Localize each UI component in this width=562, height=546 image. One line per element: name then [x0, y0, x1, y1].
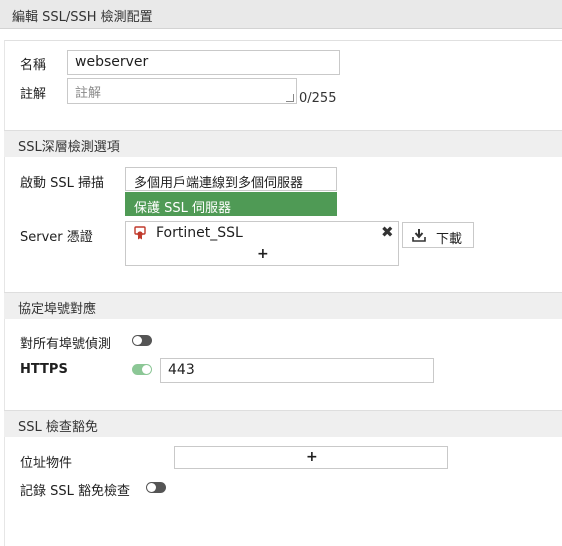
server-cert-box[interactable]: Fortinet_SSL ✖ + — [125, 221, 399, 266]
resize-handle-icon[interactable] — [286, 94, 294, 102]
log-exemption-toggle[interactable] — [146, 482, 166, 493]
section-ssl-deep-inspection: SSL深層檢測選項 — [4, 130, 562, 157]
section-title: 協定埠號對應 — [18, 302, 97, 317]
section-title: SSL 檢查豁免 — [18, 420, 98, 435]
download-label: 下載 — [436, 232, 463, 247]
https-label: HTTPS — [20, 362, 68, 377]
comment-counter: 0/255 — [299, 91, 337, 106]
toggle-knob — [133, 336, 142, 345]
comment-label: 註解 — [20, 87, 47, 102]
option-label: 多個用戶端連線到多個伺服器 — [134, 176, 304, 191]
name-input-value: webserver — [75, 54, 149, 70]
https-port-value: 443 — [168, 362, 195, 378]
toggle-knob — [147, 483, 156, 492]
option-multiple-clients[interactable]: 多個用戶端連線到多個伺服器 — [125, 167, 337, 191]
comment-placeholder: 註解 — [75, 86, 102, 101]
download-button[interactable]: 下載 — [402, 222, 474, 248]
address-object-field[interactable]: + — [174, 446, 448, 469]
certificate-icon — [134, 226, 146, 240]
cert-name: Fortinet_SSL — [156, 225, 243, 241]
name-label: 名稱 — [20, 58, 47, 73]
inspect-all-ports-label: 對所有埠號偵測 — [20, 337, 112, 352]
https-port-input[interactable]: 443 — [160, 358, 434, 383]
section-protocol-port-mapping: 協定埠號對應 — [4, 292, 562, 319]
log-exemption-label: 記錄 SSL 豁免檢查 — [20, 484, 131, 499]
dialog-title: 編輯 SSL/SSH 檢測配置 — [12, 10, 153, 25]
name-input[interactable]: webserver — [67, 50, 340, 75]
section-ssl-exemption: SSL 檢查豁免 — [4, 410, 562, 437]
toggle-knob — [142, 365, 151, 374]
server-cert-label: Server 憑證 — [20, 230, 93, 245]
enable-ssl-inspection-label: 啟動 SSL 掃描 — [20, 176, 105, 191]
add-cert-plus-icon[interactable]: + — [257, 246, 269, 262]
inspect-all-ports-toggle[interactable] — [132, 335, 152, 346]
download-icon — [412, 229, 426, 242]
close-icon[interactable]: ✖ — [381, 223, 394, 241]
option-label: 保護 SSL 伺服器 — [134, 201, 232, 216]
add-address-plus-icon[interactable]: + — [306, 449, 318, 465]
dialog-titlebar: 編輯 SSL/SSH 檢測配置 — [0, 0, 562, 29]
https-toggle[interactable] — [132, 364, 152, 375]
comment-textarea[interactable]: 註解 — [67, 78, 297, 104]
address-object-label: 位址物件 — [20, 456, 73, 471]
option-protect-ssl-server[interactable]: 保護 SSL 伺服器 — [125, 192, 337, 216]
section-title: SSL深層檢測選項 — [18, 140, 120, 155]
